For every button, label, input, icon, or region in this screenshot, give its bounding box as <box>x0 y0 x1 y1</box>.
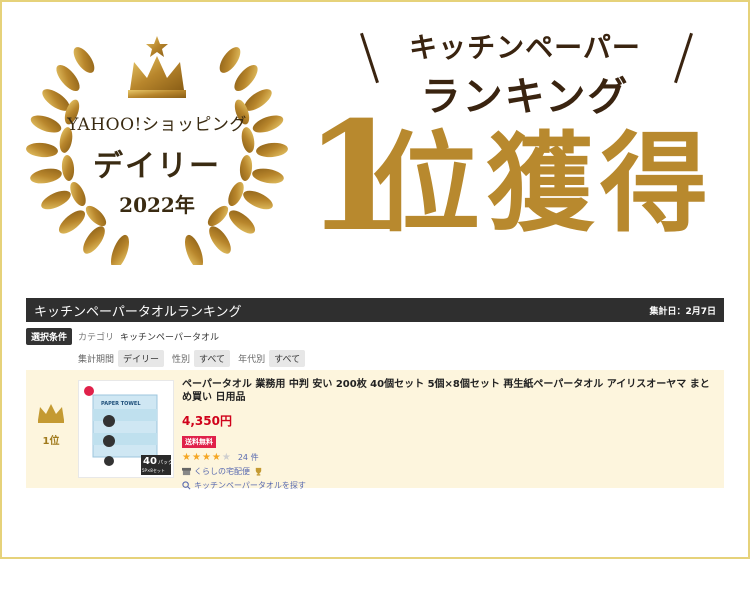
star-rating: ★★★★★ <box>182 452 232 463</box>
ranking-header: キッチンペーパータオルランキング 集計日：2月7日 <box>26 298 724 322</box>
rank-achieved-text: 位獲得 <box>372 121 715 247</box>
award-hero: YAHOO!ショッピング デイリー 2022年 キッチンペーパー ランキング 1… <box>2 2 748 272</box>
shop-name[interactable]: くらしの宅配便 <box>194 466 250 477</box>
star-icon: ★ <box>201 452 212 463</box>
star-icon: ★ <box>182 452 192 463</box>
filter-row: 集計期間 デイリー 性別 すべて 年代別 すべて <box>78 350 724 367</box>
trophy-icon <box>255 467 262 476</box>
headline-right-mark <box>674 32 693 84</box>
rank-badge: 1位 <box>36 402 66 447</box>
package-unit: パック <box>158 460 174 466</box>
category-label: カテゴリ <box>78 333 115 343</box>
filter-period-label: 集計期間 <box>78 355 115 365</box>
selected-conditions: 選択条件 カテゴリ キッチンペーパータオル <box>26 328 724 345</box>
rank-label: 1位 <box>42 436 60 447</box>
crown-icon <box>128 36 186 98</box>
store-label: YAHOO!ショッピング <box>67 115 247 135</box>
product-image[interactable]: PAPER TOWEL 40 パック 5P×8セット <box>78 380 174 478</box>
award-badge: YAHOO!ショッピング デイリー 2022年 <box>57 110 257 218</box>
filter-gender-label: 性別 <box>172 355 191 365</box>
headline-category: キッチンペーパー <box>409 31 641 64</box>
related-search-link[interactable]: キッチンペーパータオルを探す <box>194 480 306 491</box>
daily-label: デイリー <box>93 149 221 184</box>
ranking-title: キッチンペーパータオルランキング <box>34 304 242 320</box>
filter-gender-chip[interactable]: すべて <box>194 350 231 367</box>
shop-row: くらしの宅配便 <box>182 466 718 477</box>
package-note: 5P×8セット <box>142 468 165 473</box>
free-shipping-badge: 送料無料 <box>182 436 216 448</box>
filter-age-chip[interactable]: すべて <box>269 350 306 367</box>
filter-age-label: 年代別 <box>238 355 266 365</box>
product-info: ペーパータオル 業務用 中判 安い 200枚 40個セット 5個×8個セット 再… <box>182 378 718 491</box>
category-value[interactable]: キッチンペーパータオル <box>120 330 219 343</box>
related-search-row: キッチンペーパータオルを探す <box>182 480 718 491</box>
star-icon: ★ <box>211 452 222 463</box>
ranking-panel: キッチンペーパータオルランキング 集計日：2月7日 選択条件 カテゴリ キッチン… <box>26 298 724 490</box>
rating-row: ★★★★★ 24 件 <box>182 452 718 463</box>
filter-period-chip[interactable]: デイリー <box>118 350 165 367</box>
headline-ranking: ランキング <box>420 73 630 120</box>
headline-left-mark <box>360 32 379 84</box>
star-icon: ★ <box>191 452 202 463</box>
star-icon: ★ <box>221 452 232 463</box>
package-count: 40 <box>143 456 157 467</box>
product-title[interactable]: ペーパータオル 業務用 中判 安い 200枚 40個セット 5個×8個セット 再… <box>182 378 718 404</box>
package-brand: PAPER TOWEL <box>101 401 141 407</box>
product-price: 4,350円 <box>182 414 232 428</box>
conditions-label: 選択条件 <box>26 328 73 345</box>
year-label: 2022年 <box>119 193 195 217</box>
ranking-item[interactable]: 1位 PAPER TOWEL 40 パック 5P×8セット ペーパータオル 業務… <box>26 370 724 491</box>
banner-frame: YAHOO!ショッピング デイリー 2022年 キッチンペーパー ランキング 1… <box>0 0 750 559</box>
ranking-date: 集計日：2月7日 <box>649 306 716 317</box>
store-icon <box>182 467 191 476</box>
crown-icon <box>38 404 64 423</box>
search-icon <box>182 481 191 490</box>
review-count[interactable]: 24 件 <box>238 452 259 463</box>
